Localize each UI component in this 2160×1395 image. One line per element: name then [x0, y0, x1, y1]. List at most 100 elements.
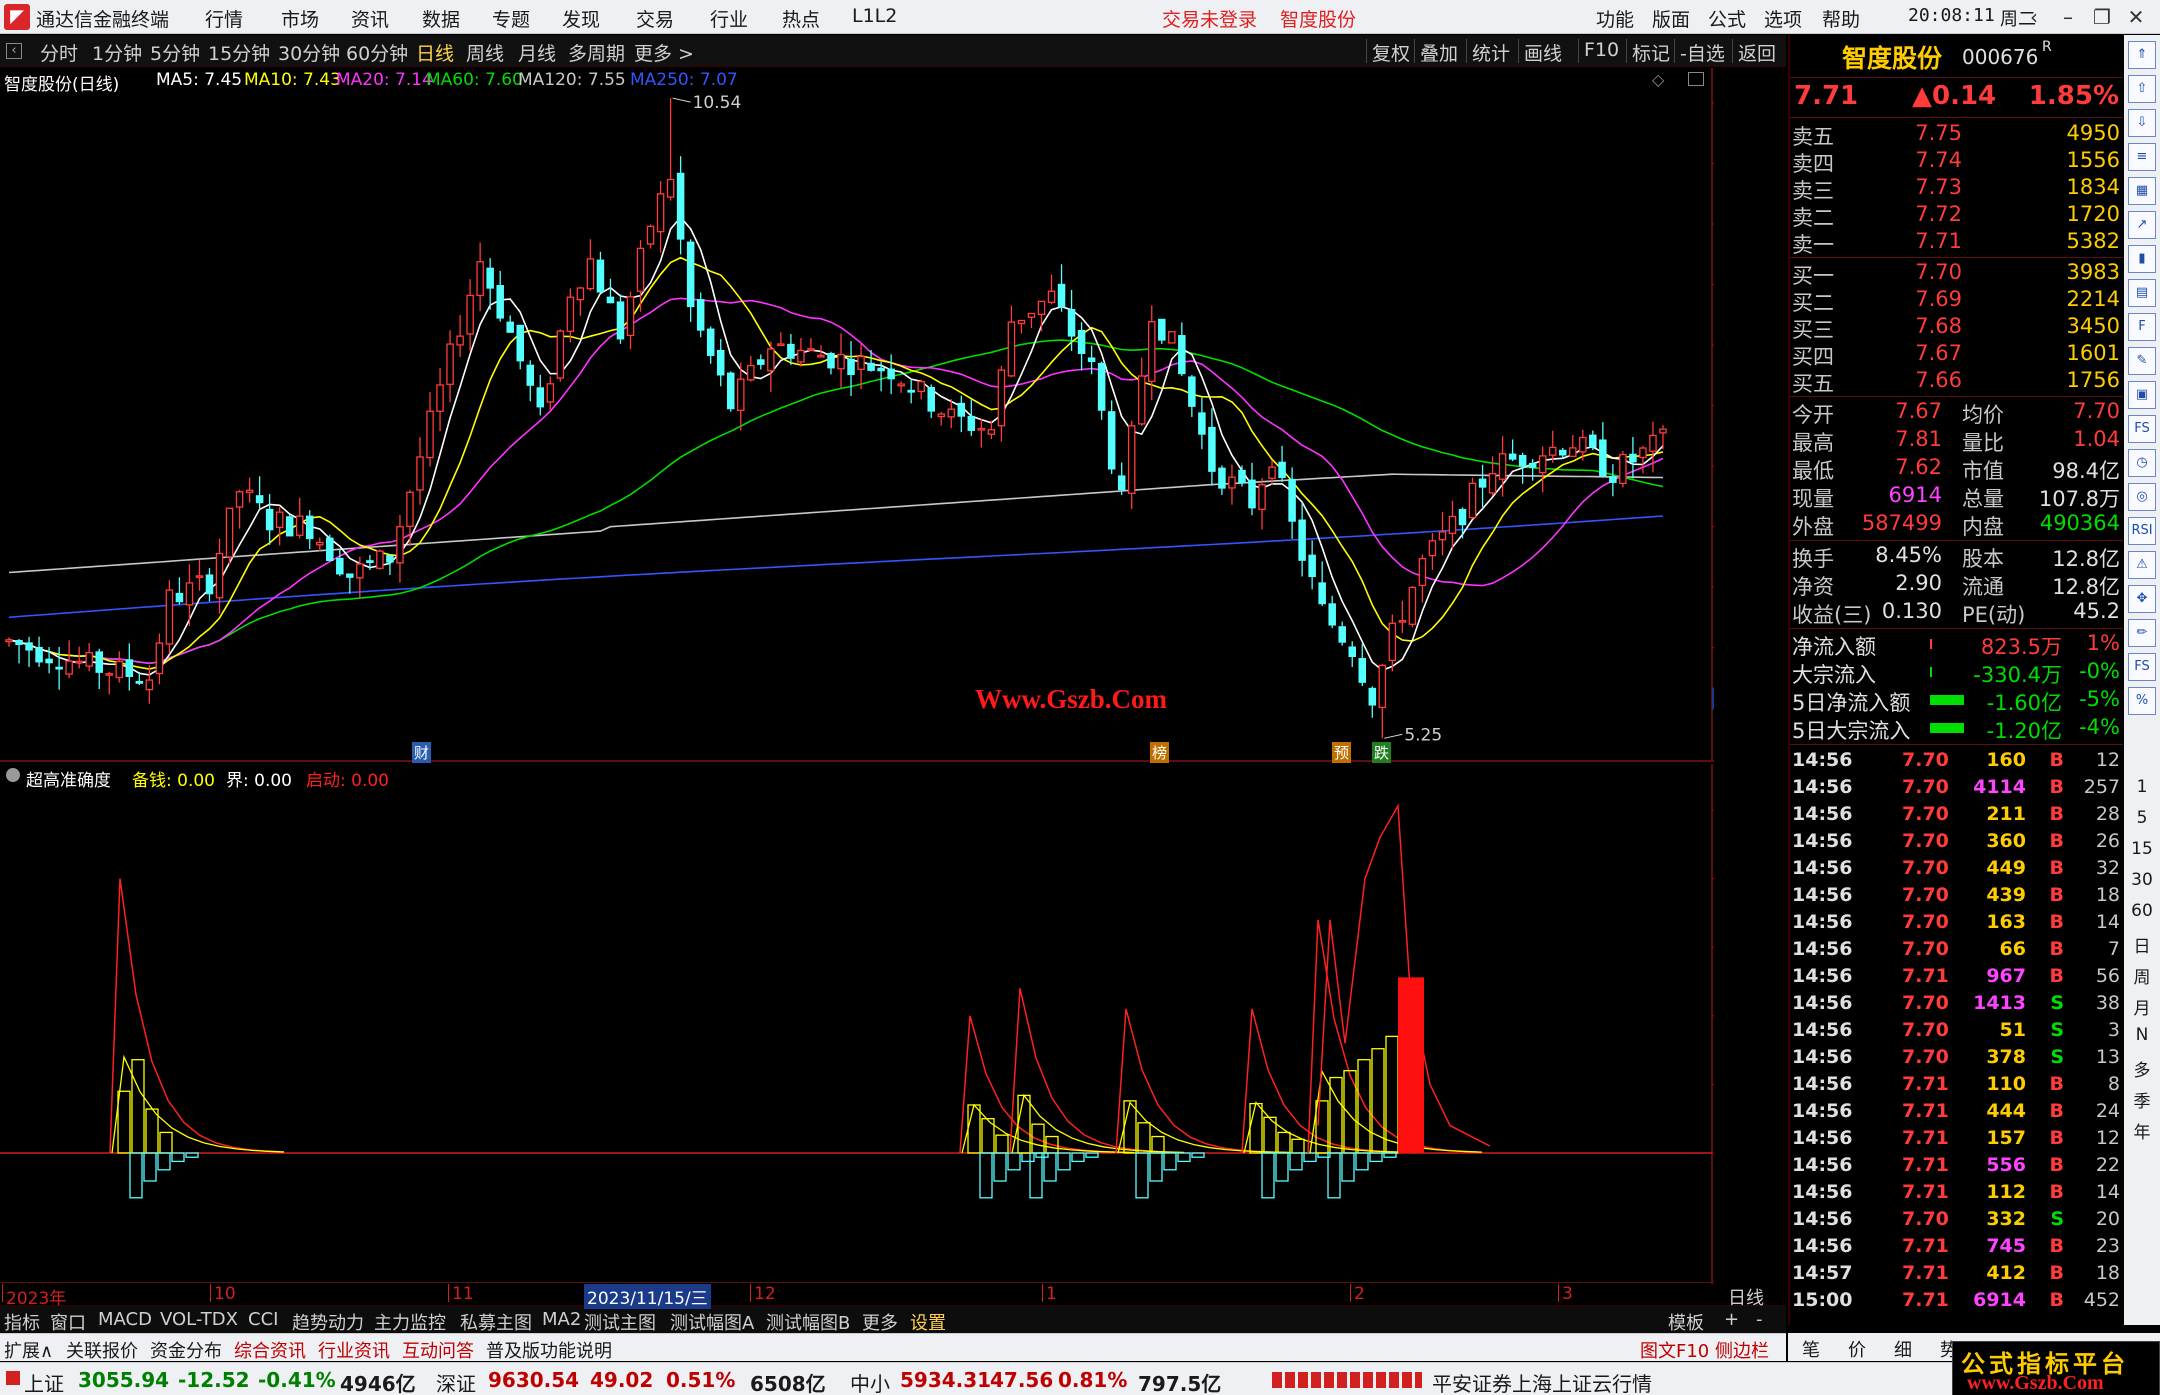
indicator-tab[interactable]: 指标	[4, 1309, 40, 1335]
template-control[interactable]: 模板	[1668, 1309, 1704, 1335]
candle[interactable]	[1538, 446, 1547, 493]
candle[interactable]	[737, 362, 745, 431]
indicator-tab[interactable]: MACD	[98, 1309, 152, 1330]
period-tab[interactable]: 60分钟	[346, 39, 408, 66]
candle[interactable]	[606, 278, 615, 304]
candle[interactable]	[1087, 345, 1096, 375]
candle[interactable]	[526, 360, 535, 402]
indicator-tab[interactable]: 测试主图	[584, 1309, 656, 1335]
bid-row[interactable]: 买四 7.67 1601	[1792, 341, 2122, 369]
candle[interactable]	[1348, 641, 1356, 667]
candle[interactable]	[316, 537, 324, 552]
candle[interactable]	[726, 371, 735, 412]
tick-row[interactable]: 15:00 7.71 6914 B 452	[1792, 1289, 2122, 1317]
sidebar-period[interactable]: 日	[2124, 932, 2160, 957]
pen-icon[interactable]: ✏	[2128, 619, 2156, 647]
candle[interactable]	[957, 395, 966, 433]
chart-tool-button[interactable]: 复权	[1372, 39, 1410, 66]
extension-tab[interactable]: 扩展∧	[4, 1337, 53, 1363]
candle[interactable]	[15, 638, 23, 664]
right-menu-item[interactable]: 功能	[1596, 5, 1634, 32]
candle[interactable]	[977, 418, 986, 448]
right-menu-item[interactable]: 选项	[1764, 5, 1802, 32]
candle[interactable]	[336, 549, 344, 577]
candle[interactable]	[1398, 600, 1407, 633]
candle[interactable]	[857, 344, 865, 390]
layout-icon[interactable]: ▣	[2128, 381, 2156, 409]
candle[interactable]	[656, 181, 665, 253]
candle[interactable]	[1368, 686, 1377, 718]
candle[interactable]	[85, 643, 93, 672]
tick-row[interactable]: 14:56 7.70 449 B 32	[1792, 857, 2122, 885]
indicator-tab[interactable]: VOL-TDX	[160, 1309, 238, 1330]
sidebar-period[interactable]: 周	[2124, 963, 2160, 988]
tick-row[interactable]: 14:56 7.70 66 B 7	[1792, 938, 2122, 966]
candle[interactable]	[426, 391, 434, 467]
candle[interactable]	[1137, 357, 1146, 426]
sidebar-period[interactable]: 15	[2124, 839, 2160, 859]
candle[interactable]	[446, 330, 454, 403]
candle[interactable]	[1338, 621, 1346, 646]
template-control[interactable]: -	[1756, 1309, 1763, 1330]
menu-item[interactable]: 行业	[710, 5, 748, 32]
candle[interactable]	[1208, 408, 1216, 486]
f10-icon[interactable]: F	[2128, 313, 2156, 341]
tick-row[interactable]: 14:56 7.70 211 B 28	[1792, 803, 2122, 831]
target-icon[interactable]: ◎	[2128, 483, 2156, 511]
indicator-tab[interactable]: 窗口	[50, 1309, 86, 1335]
candle[interactable]	[646, 224, 655, 249]
extension-tab[interactable]: 资金分布	[150, 1337, 222, 1363]
quote-tab[interactable]: 笔	[1802, 1336, 1820, 1362]
candle[interactable]	[285, 515, 294, 537]
candle[interactable]	[757, 354, 765, 370]
arrow-up-icon[interactable]: ⇧	[2128, 75, 2156, 103]
rsi-icon[interactable]: RSI	[2128, 517, 2156, 545]
tick-row[interactable]: 14:56 7.70 332 S 20	[1792, 1208, 2122, 1236]
candle[interactable]	[265, 494, 274, 545]
candle[interactable]	[1418, 554, 1427, 603]
right-menu-item[interactable]: 帮助	[1822, 5, 1860, 32]
candle[interactable]	[1408, 586, 1417, 627]
candle[interactable]	[917, 379, 925, 400]
candle[interactable]	[1609, 464, 1617, 497]
candle[interactable]	[1127, 420, 1136, 510]
ask-row[interactable]: 卖二 7.72 1720	[1792, 202, 2122, 230]
candle[interactable]	[506, 315, 514, 333]
candle[interactable]	[887, 354, 895, 395]
candle[interactable]	[897, 381, 905, 393]
candle[interactable]	[275, 507, 284, 546]
candle[interactable]	[1248, 462, 1256, 516]
sidebar-period[interactable]: 月	[2124, 994, 2160, 1019]
restore-icon[interactable]: ❐	[2086, 3, 2118, 31]
candle[interactable]	[1619, 450, 1627, 488]
candle[interactable]	[25, 636, 33, 667]
candle[interactable]	[1298, 502, 1306, 577]
candle[interactable]	[1228, 464, 1236, 505]
candle[interactable]	[1107, 400, 1116, 475]
chart-options-icon[interactable]: ◇	[1652, 70, 1664, 89]
candle[interactable]	[165, 580, 174, 654]
bid-row[interactable]: 买五 7.66 1756	[1792, 368, 2122, 396]
candle[interactable]	[1047, 274, 1056, 305]
candle[interactable]	[235, 489, 244, 529]
back-arrow-icon[interactable]: ‹	[2018, 3, 2050, 31]
period-tab[interactable]: 30分钟	[278, 39, 340, 66]
candle[interactable]	[1569, 435, 1577, 457]
candle[interactable]	[1218, 465, 1226, 496]
menu-item[interactable]: 资讯	[351, 5, 389, 32]
candle[interactable]	[476, 242, 484, 312]
clock-icon[interactable]: ◷	[2128, 449, 2156, 477]
sidebar-period[interactable]: 5	[2124, 808, 2160, 828]
menu-item[interactable]: 热点	[782, 5, 820, 32]
fs-icon[interactable]: FS	[2128, 415, 2156, 443]
template-control[interactable]: +	[1724, 1309, 1739, 1330]
candle[interactable]	[706, 326, 715, 364]
bid-row[interactable]: 买三 7.68 3450	[1792, 314, 2122, 342]
candle[interactable]	[496, 270, 504, 322]
candle[interactable]	[947, 399, 956, 429]
candle[interactable]	[1378, 663, 1387, 739]
candle[interactable]	[827, 351, 835, 375]
menu-item[interactable]: L1L2	[852, 5, 897, 27]
candle[interactable]	[616, 294, 625, 344]
candle[interactable]	[807, 338, 815, 352]
